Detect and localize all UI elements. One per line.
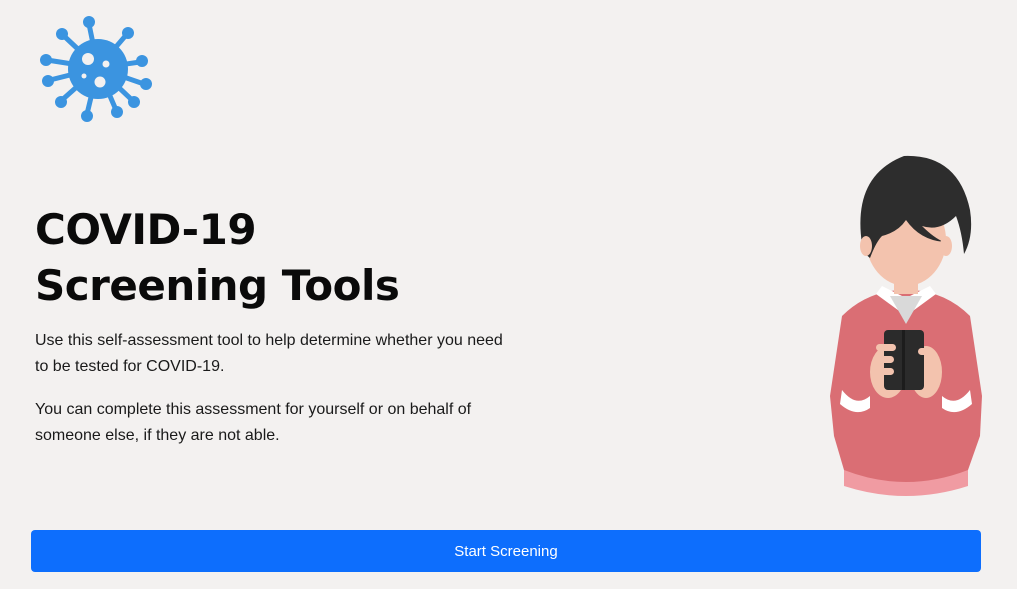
screening-landing-page: COVID-19 Screening Tools Use this self-a… <box>0 0 1017 589</box>
behalf-paragraph: You can complete this assessment for you… <box>35 401 472 444</box>
page-title: COVID-19 Screening Tools <box>35 202 400 314</box>
virus-logo-icon <box>40 16 152 122</box>
page-title-line-2: Screening Tools <box>35 261 400 310</box>
intro-paragraph: Use this self-assessment tool to help de… <box>35 332 503 375</box>
person-with-phone-illustration <box>830 155 982 496</box>
page-title-line-1: COVID-19 <box>35 205 257 254</box>
start-screening-button[interactable]: Start Screening <box>31 530 981 572</box>
